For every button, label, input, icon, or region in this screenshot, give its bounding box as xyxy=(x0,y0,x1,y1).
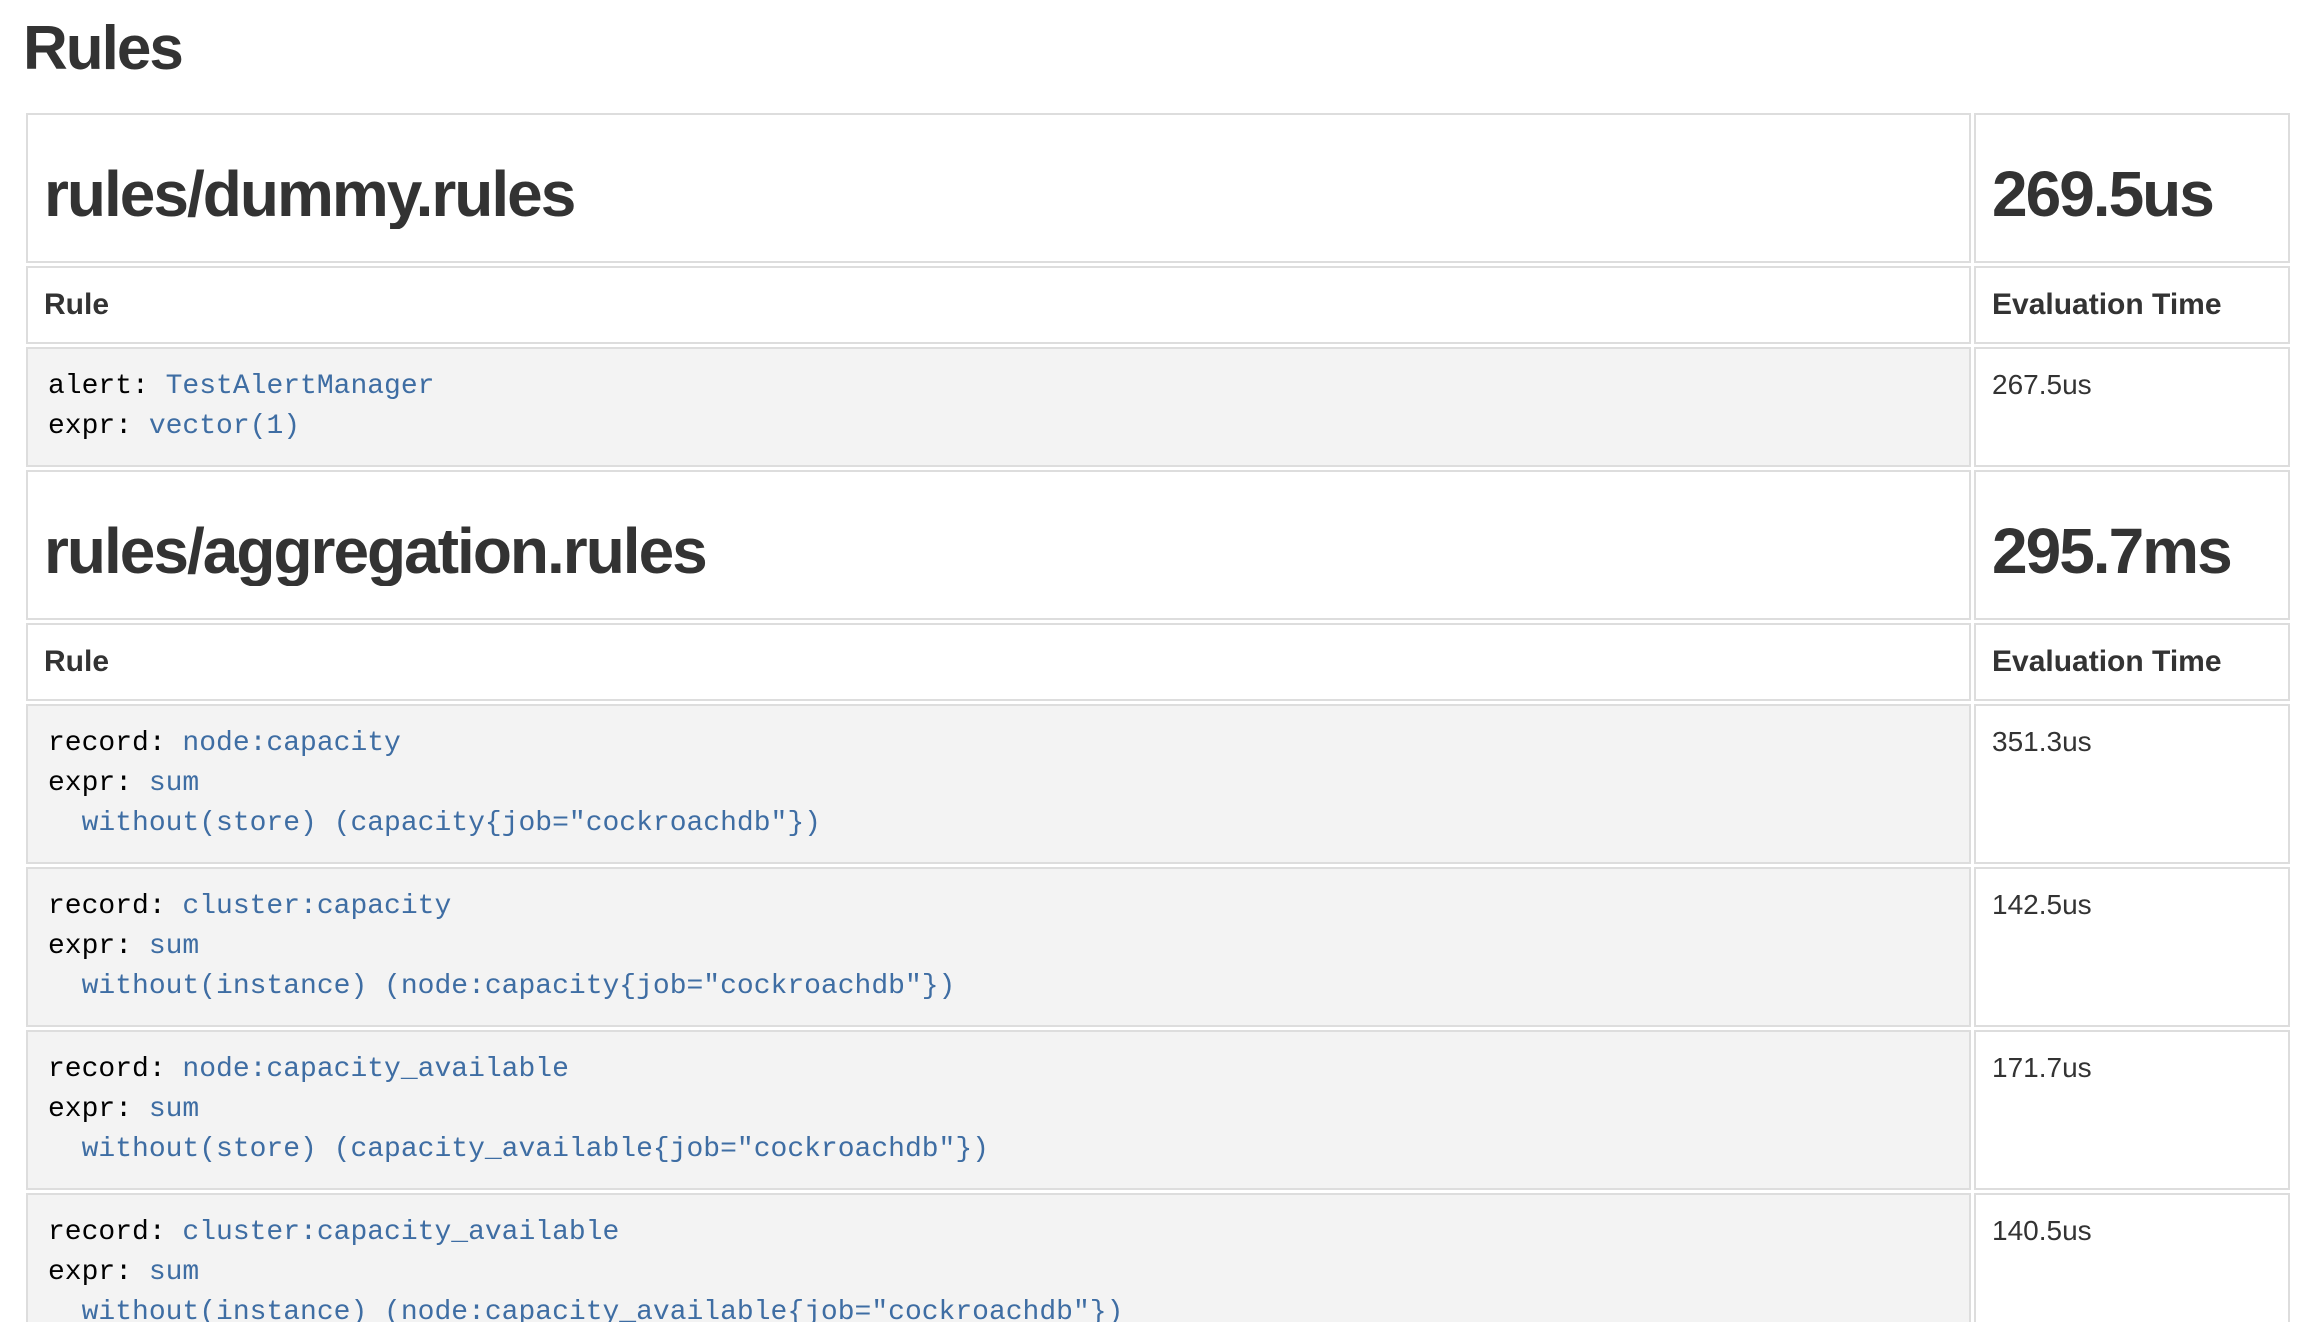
rule-evaluation-time: 351.3us xyxy=(1974,704,2290,864)
rule-keyword: expr: xyxy=(48,931,149,962)
rule-row: record: cluster:capacity_available expr:… xyxy=(26,1193,2290,1322)
rule-keyword: expr: xyxy=(48,1257,149,1288)
rule-definition-cell: record: cluster:capacity_available expr:… xyxy=(26,1193,1971,1322)
evaluation-time-column-header: Evaluation Time xyxy=(1974,266,2290,344)
rule-expression-link[interactable]: sum without(store) (capacity_available{j… xyxy=(48,1094,989,1165)
rule-group-evaluation-total: 295.7ms xyxy=(1992,516,2272,586)
rule-keyword: alert: xyxy=(48,371,166,402)
rule-group-title: rules/aggregation.rules xyxy=(44,516,1953,586)
rule-expression-link[interactable]: cluster:capacity_available xyxy=(182,1217,619,1248)
rule-expression-link[interactable]: sum without(store) (capacity{job="cockro… xyxy=(48,768,821,839)
rule-definition: alert: TestAlertManager expr: vector(1) xyxy=(48,367,1949,447)
rule-keyword: expr: xyxy=(48,768,149,799)
column-header-row: Rule Evaluation Time xyxy=(26,266,2290,344)
rule-evaluation-time: 142.5us xyxy=(1974,867,2290,1027)
page-title: Rules xyxy=(23,14,2293,84)
rule-definition-cell: record: node:capacity_available expr: su… xyxy=(26,1030,1971,1190)
rule-definition: record: node:capacity expr: sum without(… xyxy=(48,724,1949,844)
rule-group-total-cell: 269.5us xyxy=(1974,113,2290,263)
rule-keyword: record: xyxy=(48,728,182,759)
rule-keyword: record: xyxy=(48,891,182,922)
rule-expression-link[interactable]: node:capacity_available xyxy=(182,1054,568,1085)
rule-keyword: expr: xyxy=(48,1094,149,1125)
rule-group-header-row: rules/dummy.rules 269.5us xyxy=(26,113,2290,263)
rule-group-header-row: rules/aggregation.rules 295.7ms xyxy=(26,470,2290,620)
rule-column-header: Rule xyxy=(26,266,1971,344)
rule-definition: record: cluster:capacity expr: sum witho… xyxy=(48,887,1949,1007)
column-header-row: Rule Evaluation Time xyxy=(26,623,2290,701)
rule-group-name-cell: rules/aggregation.rules xyxy=(26,470,1971,620)
rule-keyword: record: xyxy=(48,1217,182,1248)
rule-definition: record: node:capacity_available expr: su… xyxy=(48,1050,1949,1170)
rule-row: record: node:capacity_available expr: su… xyxy=(26,1030,2290,1190)
rule-expression-link[interactable]: cluster:capacity xyxy=(182,891,451,922)
rule-evaluation-time: 267.5us xyxy=(1974,347,2290,467)
rule-group-name-cell: rules/dummy.rules xyxy=(26,113,1971,263)
rule-group-title: rules/dummy.rules xyxy=(44,159,1953,229)
rule-expression-link[interactable]: TestAlertManager xyxy=(166,371,435,402)
rule-column-header: Rule xyxy=(26,623,1971,701)
rule-definition-cell: alert: TestAlertManager expr: vector(1) xyxy=(26,347,1971,467)
rule-expression-link[interactable]: vector(1) xyxy=(149,411,300,442)
rule-row: record: cluster:capacity expr: sum witho… xyxy=(26,867,2290,1027)
rule-evaluation-time: 140.5us xyxy=(1974,1193,2290,1322)
rule-group-evaluation-total: 269.5us xyxy=(1992,159,2272,229)
rule-row: alert: TestAlertManager expr: vector(1) … xyxy=(26,347,2290,467)
rule-definition-cell: record: node:capacity expr: sum without(… xyxy=(26,704,1971,864)
rule-evaluation-time: 171.7us xyxy=(1974,1030,2290,1190)
rule-keyword: record: xyxy=(48,1054,182,1085)
evaluation-time-column-header: Evaluation Time xyxy=(1974,623,2290,701)
rule-expression-link[interactable]: sum without(instance) (node:capacity{job… xyxy=(48,931,955,1002)
rule-row: record: node:capacity expr: sum without(… xyxy=(26,704,2290,864)
rule-expression-link[interactable]: sum without(instance) (node:capacity_ava… xyxy=(48,1257,1123,1322)
rules-table: rules/dummy.rules 269.5us Rule Evaluatio… xyxy=(23,110,2293,1322)
rule-definition-cell: record: cluster:capacity expr: sum witho… xyxy=(26,867,1971,1027)
rules-page: Rules rules/dummy.rules 269.5us Rule Eva… xyxy=(0,14,2316,1322)
rule-expression-link[interactable]: node:capacity xyxy=(182,728,400,759)
rule-group-total-cell: 295.7ms xyxy=(1974,470,2290,620)
rule-definition: record: cluster:capacity_available expr:… xyxy=(48,1213,1949,1322)
rule-keyword: expr: xyxy=(48,411,149,442)
